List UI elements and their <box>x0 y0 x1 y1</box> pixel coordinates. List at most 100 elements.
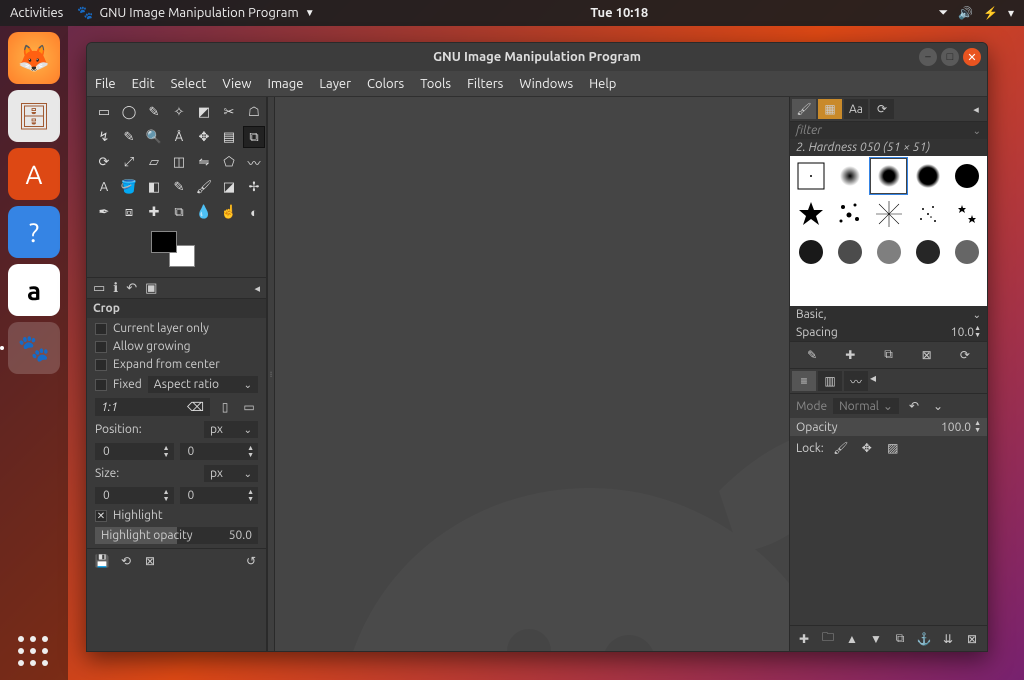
tool-foreground[interactable]: ☖ <box>243 101 265 123</box>
lower-layer-icon[interactable]: ▼ <box>866 630 886 648</box>
launcher-firefox[interactable]: 🦊 <box>8 32 60 84</box>
tool-perspective[interactable]: ◫ <box>168 151 190 173</box>
clock[interactable]: Tue 10:18 <box>315 6 924 20</box>
brush-spacing-slider[interactable]: Spacing 10.0 ▲▼ <box>790 323 987 341</box>
brush-filter-input[interactable]: filter⌄ <box>790 122 987 139</box>
launcher-amazon[interactable]: a <box>8 264 60 316</box>
menu-windows[interactable]: Windows <box>519 77 573 91</box>
raise-layer-icon[interactable]: ▲ <box>842 630 862 648</box>
tool-gradient[interactable]: ◧ <box>143 176 165 198</box>
opt-expand-from-center[interactable]: Expand from center <box>95 358 258 371</box>
tool-rect-select[interactable]: ▭ <box>93 101 115 123</box>
tool-shear[interactable]: ▱ <box>143 151 165 173</box>
tab-tool-options[interactable]: ▭ <box>93 281 105 296</box>
tool-pencil[interactable]: ✎ <box>168 176 190 198</box>
mode-select[interactable]: Normal⌄ <box>833 398 899 414</box>
edit-brush-icon[interactable]: ✎ <box>796 346 828 364</box>
delete-layer-icon[interactable]: ⊠ <box>962 630 982 648</box>
dock-handle[interactable]: ⁝ <box>267 97 275 651</box>
show-applications[interactable] <box>18 636 50 668</box>
tool-blur[interactable]: 💧 <box>193 201 215 223</box>
position-x-input[interactable]: 0▲▼ <box>95 443 174 460</box>
tab-menu-icon[interactable]: ◂ <box>967 103 985 116</box>
launcher-help[interactable]: ? <box>8 206 60 258</box>
lock-position-icon[interactable]: ✥ <box>858 439 876 457</box>
lock-alpha-icon[interactable]: ▨ <box>884 439 902 457</box>
menu-layer[interactable]: Layer <box>319 77 351 91</box>
tool-airbrush[interactable]: ✢ <box>243 176 265 198</box>
fixed-mode-select[interactable]: Aspect ratio⌄ <box>148 376 258 393</box>
tool-move[interactable]: ✥ <box>193 126 215 148</box>
chevron-down-icon[interactable]: ▾ <box>1008 6 1014 20</box>
tab-layers[interactable]: ≡ <box>792 371 816 391</box>
menu-colors[interactable]: Colors <box>367 77 404 91</box>
layer-list[interactable] <box>790 460 987 625</box>
size-w-input[interactable]: 0▲▼ <box>95 487 174 504</box>
battery-icon[interactable]: ⚡ <box>983 6 998 20</box>
menu-image[interactable]: Image <box>268 77 304 91</box>
tab-history[interactable]: ⟳ <box>870 99 894 119</box>
delete-brush-icon[interactable]: ⊠ <box>911 346 943 364</box>
duplicate-brush-icon[interactable]: ⧉ <box>872 346 904 364</box>
layer-opacity-slider[interactable]: Opacity 100.0 ▲▼ <box>790 418 987 436</box>
tool-bucket[interactable]: 🪣 <box>118 176 140 198</box>
tool-eraser[interactable]: ◪ <box>218 176 240 198</box>
anchor-layer-icon[interactable]: ⚓ <box>914 630 934 648</box>
brush-grid[interactable] <box>790 156 987 306</box>
titlebar[interactable]: GNU Image Manipulation Program – □ ✕ <box>87 43 987 71</box>
tool-zoom[interactable]: 🔍 <box>143 126 165 148</box>
tool-cage[interactable]: ⬠ <box>218 151 240 173</box>
menu-edit[interactable]: Edit <box>132 77 155 91</box>
position-unit-select[interactable]: px⌄ <box>204 421 258 438</box>
delete-preset-icon[interactable]: ⊠ <box>141 552 159 570</box>
tool-flip[interactable]: ⇋ <box>193 151 215 173</box>
reset-icon[interactable]: ↺ <box>242 552 260 570</box>
tab-images[interactable]: ▣ <box>145 281 157 296</box>
tab-paths[interactable]: 〰 <box>844 371 868 391</box>
app-menu[interactable]: 🐾 GNU Image Manipulation Program ▼ <box>77 6 314 21</box>
tool-measure[interactable]: Å <box>168 126 190 148</box>
lock-pixels-icon[interactable]: 🖌 <box>832 439 850 457</box>
save-preset-icon[interactable]: 💾 <box>93 552 111 570</box>
tab-patterns[interactable]: ▦ <box>818 99 842 119</box>
tool-scale[interactable]: ⤢ <box>118 151 140 173</box>
tab-menu-icon[interactable]: ◂ <box>254 282 260 295</box>
tool-warp[interactable]: 〰 <box>243 151 265 173</box>
tool-by-color[interactable]: ◩ <box>193 101 215 123</box>
tool-heal[interactable]: ✚ <box>143 201 165 223</box>
launcher-gimp[interactable]: 🐾 <box>8 322 60 374</box>
menu-view[interactable]: View <box>222 77 251 91</box>
launcher-files[interactable]: 🗄 <box>8 90 60 142</box>
menu-select[interactable]: Select <box>171 77 207 91</box>
close-button[interactable]: ✕ <box>963 48 981 66</box>
opt-highlight[interactable]: ✕Highlight <box>95 509 258 522</box>
opt-current-layer-only[interactable]: Current layer only <box>95 322 258 335</box>
tool-color-picker[interactable]: ✎ <box>118 126 140 148</box>
tool-smudge[interactable]: ☝ <box>218 201 240 223</box>
brush-preset-select[interactable]: Basic,⌄ <box>790 306 987 323</box>
tool-paths[interactable]: ↯ <box>93 126 115 148</box>
opt-fixed[interactable]: Fixed <box>95 378 142 391</box>
merge-down-icon[interactable]: ⇊ <box>938 630 958 648</box>
tool-paintbrush[interactable]: 🖌 <box>193 176 215 198</box>
tool-align[interactable]: ▤ <box>218 126 240 148</box>
restore-preset-icon[interactable]: ⟲ <box>117 552 135 570</box>
tool-dodge[interactable]: ◐ <box>243 201 265 223</box>
canvas-area[interactable] <box>275 97 789 651</box>
new-layer-icon[interactable]: ✚ <box>794 630 814 648</box>
tab-fonts[interactable]: Aa <box>844 99 868 119</box>
tab-undo-history[interactable]: ↶ <box>126 281 137 296</box>
tab-menu-icon[interactable]: ◂ <box>870 371 876 391</box>
mode-menu-icon[interactable]: ⌄ <box>929 397 947 415</box>
tab-device-status[interactable]: ℹ <box>113 281 118 296</box>
minimize-button[interactable]: – <box>919 48 937 66</box>
tool-clone[interactable]: ⧈ <box>118 201 140 223</box>
network-icon[interactable]: ⏷ <box>938 6 948 20</box>
mode-prev-icon[interactable]: ↶ <box>905 397 923 415</box>
landscape-icon[interactable]: ▭ <box>240 398 258 416</box>
menu-file[interactable]: File <box>95 77 116 91</box>
tool-perspective-clone[interactable]: ⧉ <box>168 201 190 223</box>
ratio-entry[interactable]: 1:1⌫ <box>95 398 210 416</box>
size-unit-select[interactable]: px⌄ <box>204 465 258 482</box>
position-y-input[interactable]: 0▲▼ <box>180 443 259 460</box>
